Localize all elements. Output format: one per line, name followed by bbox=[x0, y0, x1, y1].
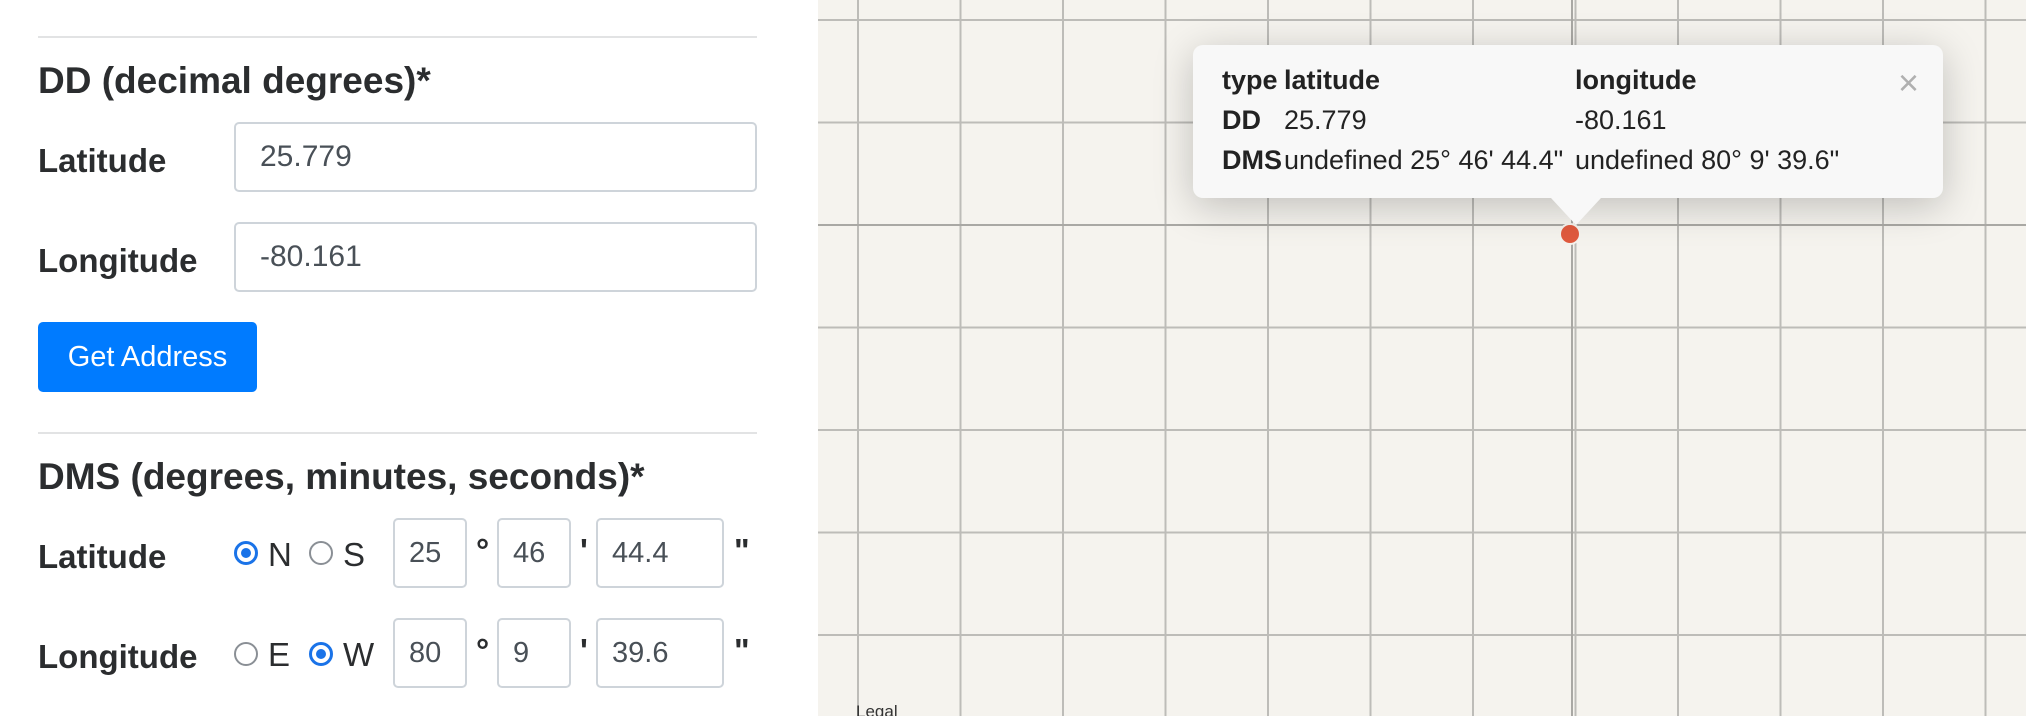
close-icon[interactable]: × bbox=[1898, 65, 1919, 101]
hemisphere-w-radio[interactable] bbox=[309, 642, 333, 666]
divider bbox=[38, 432, 757, 434]
popup-header-type: type bbox=[1222, 65, 1278, 95]
hemisphere-w-label: W bbox=[343, 636, 375, 673]
hemisphere-e-label: E bbox=[268, 636, 291, 673]
minute-symbol: ' bbox=[580, 532, 588, 569]
popup-dms-latitude: undefined 25° 46' 44.4" bbox=[1284, 145, 1564, 175]
popup-dd-latitude: 25.779 bbox=[1284, 105, 1367, 135]
lon-degrees-input[interactable] bbox=[393, 618, 467, 688]
legal-link[interactable]: Legal bbox=[856, 702, 898, 716]
dd-longitude-label: Longitude bbox=[38, 242, 198, 279]
dd-latitude-label: Latitude bbox=[38, 142, 167, 179]
popup-dd-longitude: -80.161 bbox=[1575, 105, 1667, 135]
lat-seconds-input[interactable] bbox=[596, 518, 724, 588]
minute-symbol: ' bbox=[580, 632, 588, 669]
divider bbox=[38, 36, 757, 38]
hemisphere-s-label: S bbox=[343, 536, 366, 573]
location-marker[interactable] bbox=[1559, 223, 1581, 245]
hemisphere-e-radio[interactable] bbox=[234, 642, 258, 666]
second-symbol: " bbox=[734, 632, 750, 669]
popup-row-type: DMS bbox=[1222, 145, 1282, 175]
dms-longitude-label: Longitude bbox=[38, 638, 198, 675]
dd-latitude-input[interactable] bbox=[234, 122, 757, 192]
popup-header-latitude: latitude bbox=[1284, 65, 1381, 95]
lon-seconds-input[interactable] bbox=[596, 618, 724, 688]
dd-longitude-input[interactable] bbox=[234, 222, 757, 292]
dd-heading: DD (decimal degrees)* bbox=[38, 60, 431, 101]
lat-minutes-input[interactable] bbox=[497, 518, 571, 588]
coordinate-popup: type latitude longitude DD 25.779 -80.16… bbox=[1193, 45, 1943, 225]
popup-header-longitude: longitude bbox=[1575, 65, 1697, 95]
degree-symbol: ° bbox=[476, 632, 490, 669]
get-address-button[interactable]: Get Address bbox=[38, 322, 257, 392]
map-gridline bbox=[818, 224, 2026, 226]
lon-minutes-input[interactable] bbox=[497, 618, 571, 688]
coordinate-form-panel: DD (decimal degrees)* Latitude Longitude… bbox=[0, 0, 818, 716]
map-view[interactable]: type latitude longitude DD 25.779 -80.16… bbox=[818, 0, 2026, 716]
popup-dms-longitude: undefined 80° 9' 39.6" bbox=[1575, 145, 1840, 175]
hemisphere-s-radio[interactable] bbox=[309, 541, 333, 565]
dms-latitude-label: Latitude bbox=[38, 538, 167, 575]
second-symbol: " bbox=[734, 532, 750, 569]
popup-row-type: DD bbox=[1222, 105, 1261, 135]
dms-heading: DMS (degrees, minutes, seconds)* bbox=[38, 456, 645, 497]
hemisphere-n-radio[interactable] bbox=[234, 541, 258, 565]
degree-symbol: ° bbox=[476, 532, 490, 569]
hemisphere-n-label: N bbox=[268, 536, 292, 573]
lat-degrees-input[interactable] bbox=[393, 518, 467, 588]
